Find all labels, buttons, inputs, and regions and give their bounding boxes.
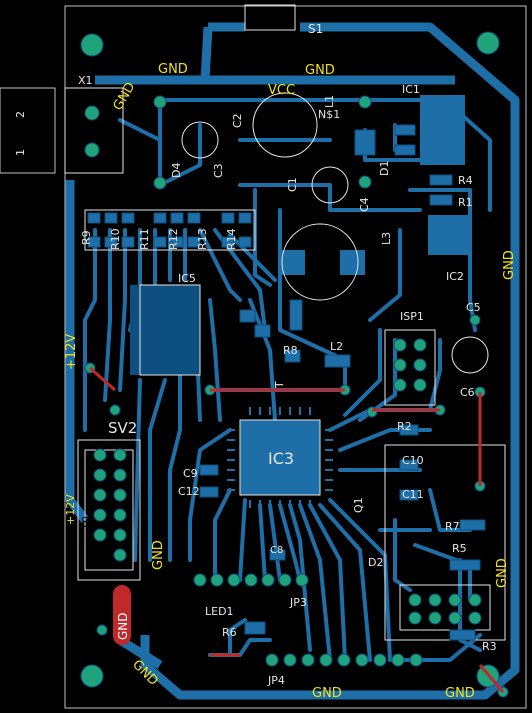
label-gnd-x1: GND [111, 80, 139, 113]
label-gnd-sv2: GND [151, 540, 166, 570]
label-c12: C12 [178, 485, 200, 498]
label-c8: C8 [270, 545, 283, 556]
label-r14: R14 [225, 228, 238, 250]
label-plus12v-sv2: +12V [64, 494, 77, 525]
label-r12: R12 [167, 228, 180, 250]
label-sv2-pin1: 1 [93, 459, 106, 466]
label-c11: C11 [402, 488, 424, 501]
label-r8: R8 [283, 344, 298, 357]
label-c6: C6 [460, 386, 475, 399]
label-sv2-pin10: 10 [80, 516, 93, 530]
label-ic5: IC5 [178, 272, 196, 285]
label-c3: C3 [212, 163, 225, 178]
label-t: T [273, 381, 286, 389]
label-r9: R9 [80, 230, 93, 245]
label-s1: S1 [308, 22, 323, 36]
label-gnd-right: GND [502, 250, 517, 280]
label-x1: X1 [78, 74, 93, 87]
label-c2: C2 [231, 113, 244, 128]
label-x1-pin2: 2 [14, 111, 27, 118]
label-gnd-bottom-mid: GND [312, 686, 342, 701]
label-r2: R2 [397, 420, 412, 433]
label-r6: R6 [222, 626, 237, 639]
label-isp1: ISP1 [400, 310, 424, 323]
label-r5: R5 [452, 542, 467, 555]
label-c1: C1 [286, 177, 299, 192]
label-gnd-jumper: GND [116, 612, 130, 640]
label-n1: N$1 [318, 108, 340, 121]
label-d2: D2 [368, 556, 383, 569]
label-vcc: VCC [268, 83, 295, 98]
label-led1: LED1 [205, 605, 234, 618]
label-d1: D1 [378, 161, 391, 176]
pcb-layout: S1 GND GND GND VCC GND GND GND GND GND G… [0, 4, 527, 709]
label-c5: C5 [466, 301, 481, 314]
label-ic2: IC2 [446, 270, 464, 283]
label-gnd-top-left: GND [158, 62, 188, 77]
label-r1: R1 [458, 196, 473, 209]
label-l3: L3 [380, 232, 393, 245]
label-l1: L1 [323, 95, 336, 108]
label-gnd-bottom-right: GND [445, 686, 475, 701]
label-d4: D4 [170, 163, 183, 178]
label-plus12v: +12V [64, 334, 79, 370]
label-r13: R13 [196, 228, 209, 250]
label-ic1: IC1 [402, 83, 420, 96]
label-c4: C4 [358, 197, 371, 212]
label-r7: R7 [445, 520, 460, 533]
label-jp4: JP4 [267, 674, 285, 687]
label-gnd-top-mid: GND [305, 63, 335, 78]
label-c10: C10 [402, 454, 424, 467]
label-q1: Q1 [352, 497, 365, 513]
label-ic3: IC3 [268, 449, 294, 468]
label-r4: R4 [458, 174, 473, 187]
label-r3: R3 [482, 640, 497, 653]
label-sv2: SV2 [108, 419, 137, 437]
label-jp3: JP3 [289, 596, 307, 609]
label-l2: L2 [330, 340, 343, 353]
label-x1-pin1: 1 [14, 149, 27, 156]
label-r11: R11 [138, 228, 151, 250]
label-sv2-pin2: 2 [113, 459, 126, 466]
label-gnd-right-lower: GND [495, 558, 510, 588]
label-r10: R10 [109, 228, 122, 250]
label-c9: C9 [183, 467, 198, 480]
copper-pours [130, 95, 468, 375]
